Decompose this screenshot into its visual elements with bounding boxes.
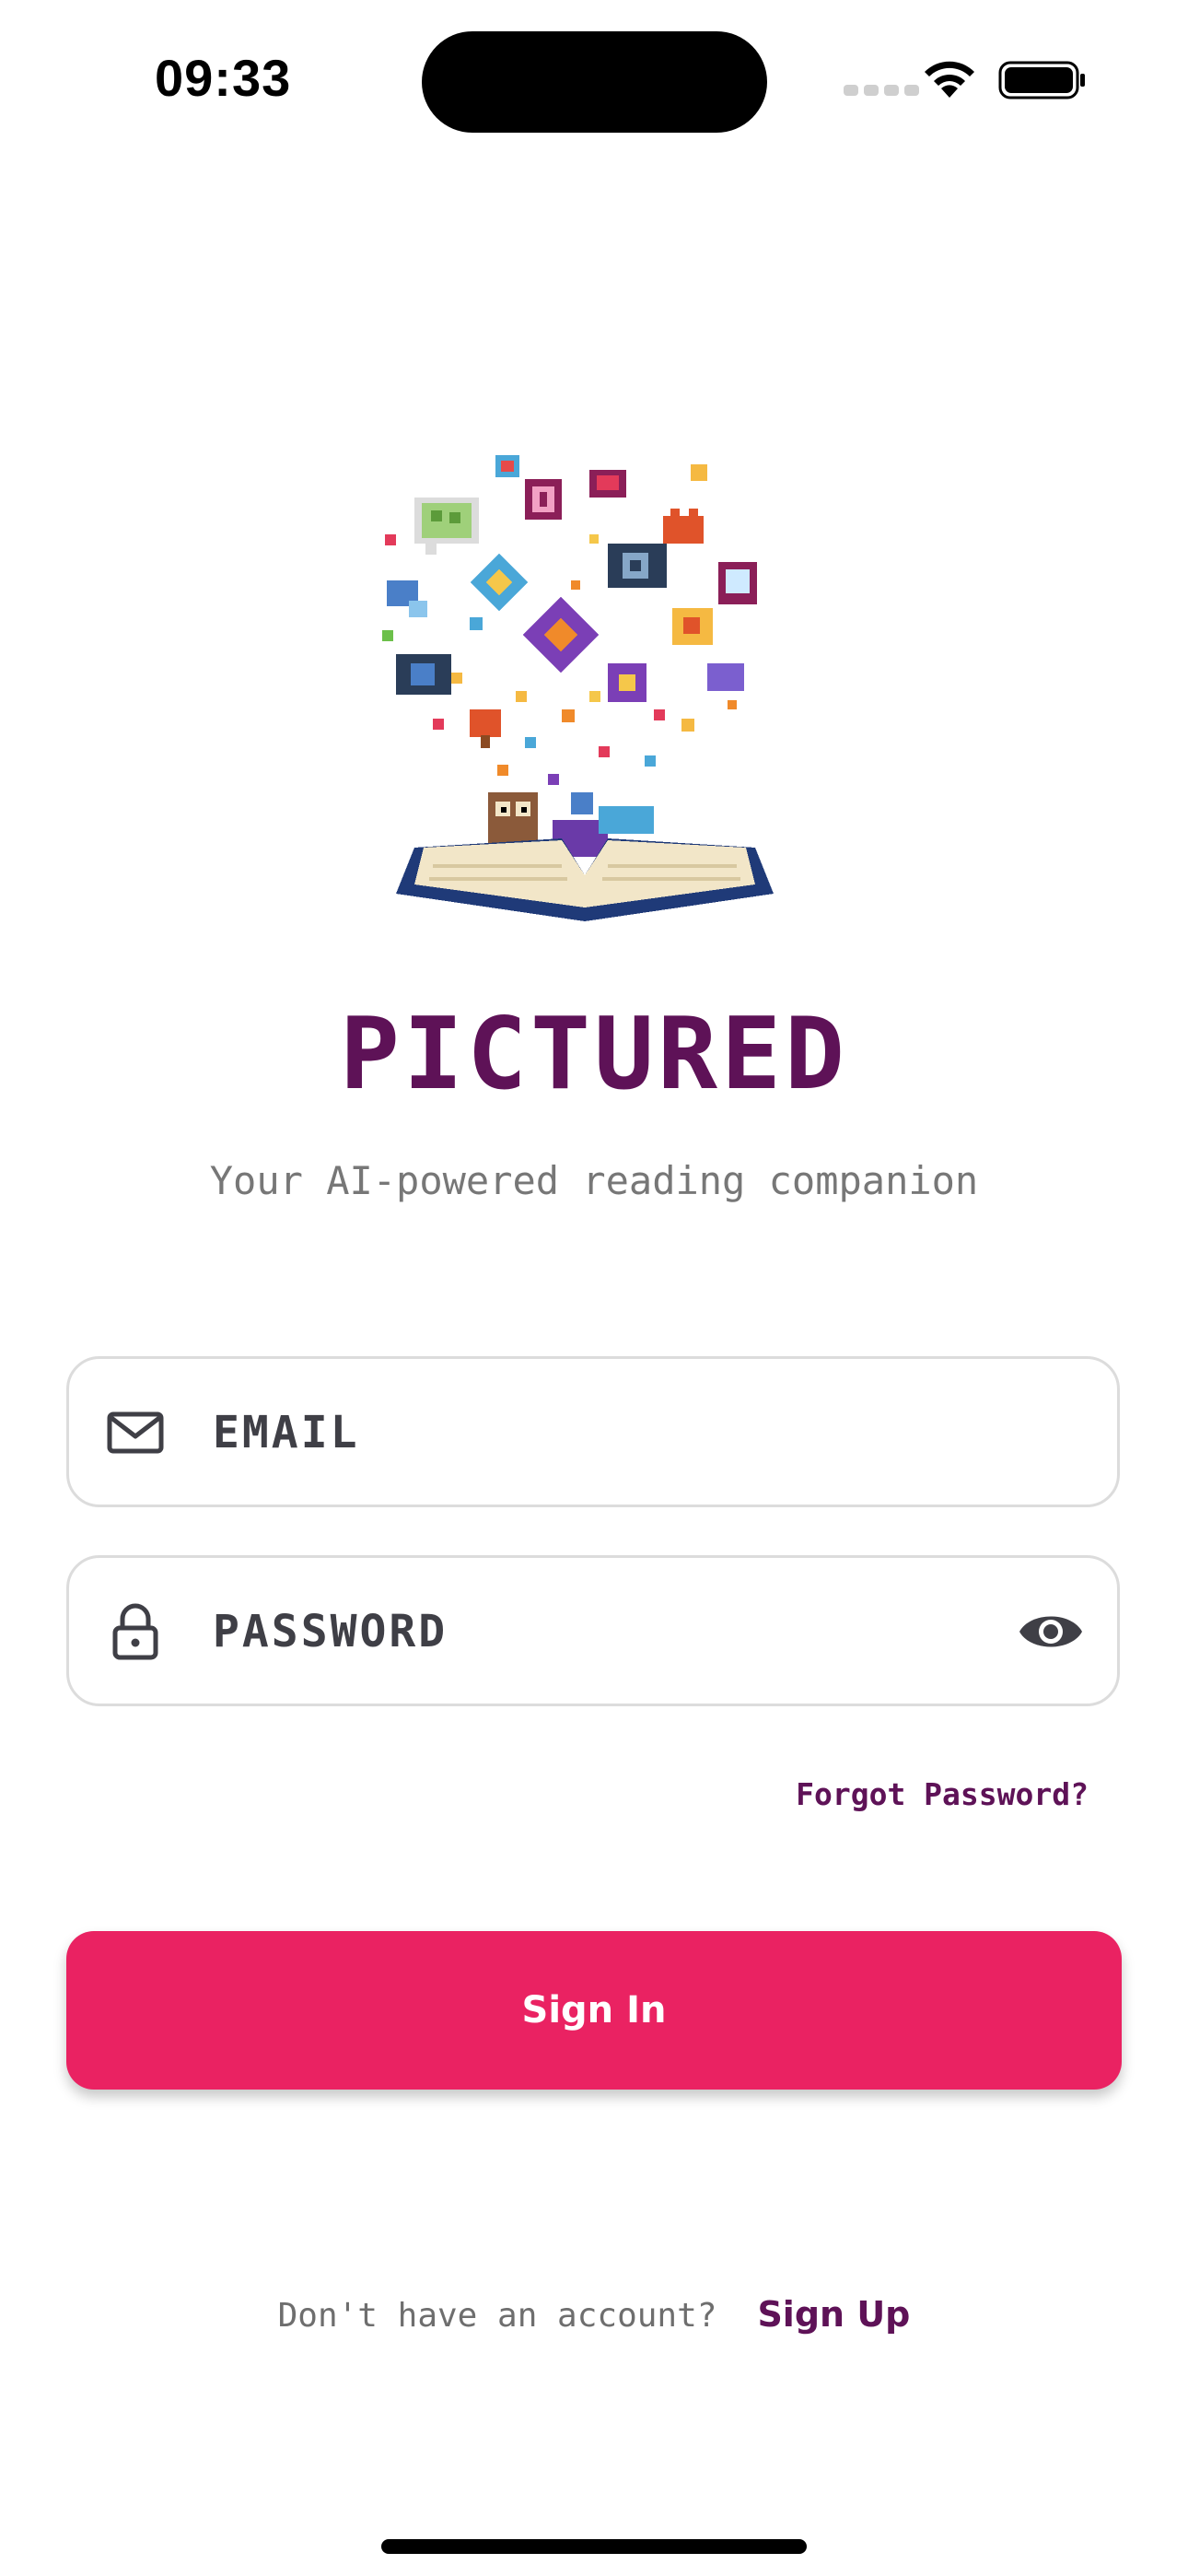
- email-input[interactable]: [213, 1387, 1005, 1479]
- lock-icon: [112, 1603, 158, 1660]
- sign-up-row: Don't have an account? Sign Up: [0, 2289, 1188, 2342]
- cellular-signal-icon: [844, 85, 919, 96]
- app-logo-book-icon: [382, 455, 774, 921]
- login-screen: 09:33 PICTURED Your AI-powered reading c…: [0, 0, 1188, 2576]
- sign-up-prompt: Don't have an account?: [277, 2297, 717, 2335]
- home-indicator[interactable]: [381, 2539, 807, 2554]
- eye-icon[interactable]: [1018, 1606, 1084, 1657]
- battery-icon: [998, 61, 1085, 100]
- dynamic-island: [422, 31, 767, 133]
- app-title: PICTURED: [339, 997, 849, 1112]
- sign-up-link[interactable]: Sign Up: [757, 2294, 910, 2335]
- email-field[interactable]: [66, 1356, 1120, 1507]
- password-input[interactable]: [213, 1586, 1005, 1678]
- sign-in-button[interactable]: Sign In: [66, 1931, 1122, 2090]
- wifi-icon: [925, 61, 974, 98]
- password-field[interactable]: [66, 1555, 1120, 1706]
- mail-icon: [107, 1411, 164, 1454]
- forgot-password-link[interactable]: Forgot Password?: [796, 1776, 1089, 1812]
- status-time: 09:33: [155, 49, 292, 107]
- app-subtitle: Your AI-powered reading companion: [209, 1158, 979, 1203]
